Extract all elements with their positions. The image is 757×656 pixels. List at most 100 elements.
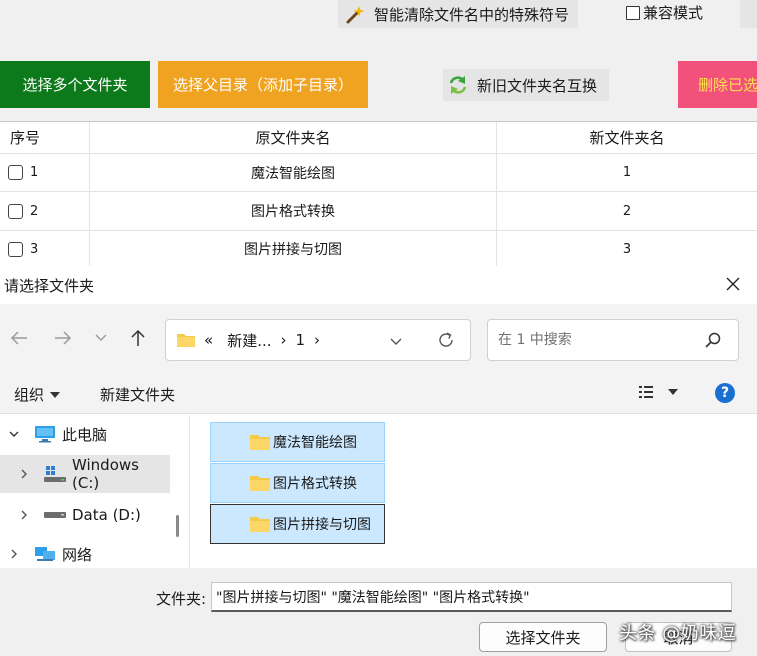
help-icon[interactable]: ? <box>715 383 735 403</box>
search-box[interactable] <box>487 319 739 361</box>
folder-name: 图片格式转换 <box>273 476 357 492</box>
delete-selected-label: 删除已选 <box>698 76 757 94</box>
row-old-name: 魔法智能绘图 <box>90 154 497 191</box>
tree-item-label: 网络 <box>62 545 93 564</box>
tree-scrollbar[interactable] <box>176 515 179 537</box>
folder-item[interactable]: 图片拼接与切图 <box>210 504 385 544</box>
details-view-icon <box>639 386 653 398</box>
header-old-name[interactable]: 原文件夹名 <box>90 122 497 153</box>
row-old-name: 图片拼接与切图 <box>90 231 497 267</box>
folder-list: 魔法智能绘图 图片格式转换 图片拼接与切图 <box>191 415 757 568</box>
tree-item-this-pc[interactable]: 此电脑 <box>0 415 170 453</box>
folder-icon <box>250 476 270 491</box>
chevron-right-icon[interactable] <box>18 509 30 521</box>
checkbox-box[interactable] <box>626 5 640 20</box>
chevron-right-icon[interactable] <box>8 548 20 560</box>
swap-names-button[interactable]: 新旧文件夹名互换 <box>443 69 609 101</box>
new-folder-button[interactable]: 新建文件夹 <box>100 384 175 405</box>
folder-name-label: 文件夹: <box>156 590 207 608</box>
row-new-name[interactable]: 3 <box>497 231 757 267</box>
table-row[interactable]: 2 图片格式转换 2 <box>0 192 757 231</box>
delete-selected-button[interactable]: 删除已选 <box>678 61 757 108</box>
dialog-title-bar: 请选择文件夹 <box>0 266 757 304</box>
row-index: 2 <box>30 203 39 219</box>
row-index: 3 <box>30 241 39 257</box>
organize-menu[interactable]: 组织 <box>14 384 61 405</box>
select-parent-directory-label: 选择父目录（添加子目录） <box>172 76 353 94</box>
folder-name-field[interactable] <box>211 582 732 612</box>
address-overflow[interactable]: « <box>204 331 213 349</box>
view-options-menu[interactable] <box>638 385 678 399</box>
header-new-name[interactable]: 新文件夹名 <box>497 122 757 153</box>
chevron-down-icon <box>668 389 678 395</box>
tree-item-windows-c[interactable]: Windows (C:) <box>0 455 170 493</box>
navigation-pane: 此电脑 Windows (C:) Data (D:) 网络 <box>0 415 190 568</box>
network-icon <box>35 547 55 561</box>
clean-special-chars-label: 智能清除文件名中的特殊符号 <box>374 5 570 24</box>
drive-icon <box>44 512 66 518</box>
select-multiple-folders-button[interactable]: 选择多个文件夹 <box>0 61 150 108</box>
search-input[interactable] <box>498 330 698 350</box>
breadcrumb-separator[interactable]: › <box>281 331 287 349</box>
row-checkbox[interactable] <box>8 203 23 219</box>
row-old-name: 图片格式转换 <box>90 192 497 230</box>
computer-icon <box>35 426 55 443</box>
command-bar: 组织 新建文件夹 ? <box>0 374 757 414</box>
back-arrow-icon[interactable] <box>9 328 29 348</box>
table-row[interactable]: 1 魔法智能绘图 1 <box>0 154 757 192</box>
swap-names-label: 新旧文件夹名互换 <box>477 76 598 95</box>
select-parent-directory-button[interactable]: 选择父目录（添加子目录） <box>158 61 368 108</box>
swap-arrows-icon <box>449 76 467 94</box>
magic-wand-icon <box>346 6 365 24</box>
partial-toolbar-button[interactable] <box>740 0 757 28</box>
row-index-cell: 1 <box>0 154 90 191</box>
watermark: 头条 @奶味逗 <box>619 623 737 644</box>
folder-table: 序号 原文件夹名 新文件夹名 1 魔法智能绘图 1 2 图片格式转换 2 3 图… <box>0 121 757 267</box>
table-row[interactable]: 3 图片拼接与切图 3 <box>0 231 757 267</box>
row-checkbox[interactable] <box>8 241 23 257</box>
navigation-bar: « 新建... › 1 › <box>0 304 757 374</box>
windows-drive-icon <box>44 466 66 482</box>
select-folder-label: 选择文件夹 <box>505 628 581 647</box>
recent-locations-chevron-icon[interactable] <box>91 328 111 348</box>
header-index[interactable]: 序号 <box>0 122 90 153</box>
tree-item-label: Windows (C:) <box>72 456 139 492</box>
breadcrumb-new-folder[interactable]: 新建... <box>227 330 271 351</box>
new-folder-label: 新建文件夹 <box>100 386 176 404</box>
organize-label: 组织 <box>14 386 45 404</box>
tree-item-label: Data (D:) <box>72 506 141 524</box>
close-icon[interactable] <box>723 274 743 294</box>
up-arrow-icon[interactable] <box>128 328 148 348</box>
refresh-icon[interactable] <box>437 331 455 349</box>
main-window: 智能清除文件名中的特殊符号 兼容模式 选择多个文件夹 选择父目录（添加子目录） … <box>0 0 757 267</box>
folder-name: 图片拼接与切图 <box>273 517 371 533</box>
address-bar[interactable]: « 新建... › 1 › <box>165 319 471 361</box>
dialog-title: 请选择文件夹 <box>4 276 95 295</box>
breadcrumb-current[interactable]: 1 <box>296 331 306 349</box>
tree-item-data-d[interactable]: Data (D:) <box>0 496 170 534</box>
chevron-down-icon <box>50 391 61 398</box>
address-dropdown-chevron-icon[interactable] <box>389 332 403 350</box>
row-new-name[interactable]: 2 <box>497 192 757 230</box>
tree-item-label: 此电脑 <box>62 425 108 444</box>
clean-special-chars-button[interactable]: 智能清除文件名中的特殊符号 <box>338 0 578 28</box>
table-header: 序号 原文件夹名 新文件夹名 <box>0 122 757 154</box>
row-index-cell: 2 <box>0 192 90 230</box>
compat-mode-checkbox[interactable]: 兼容模式 <box>626 2 703 23</box>
folder-item[interactable]: 图片格式转换 <box>210 463 385 503</box>
row-index: 1 <box>30 165 39 180</box>
folder-icon <box>250 517 270 532</box>
select-folder-dialog: 请选择文件夹 « 新建... › 1 › 在 1 中搜索 组织 新建文件夹 ? … <box>0 266 757 656</box>
folder-item[interactable]: 魔法智能绘图 <box>210 422 385 462</box>
forward-arrow-icon[interactable] <box>53 328 73 348</box>
search-icon[interactable] <box>704 331 722 349</box>
folder-name: 魔法智能绘图 <box>273 435 357 451</box>
select-folder-button[interactable]: 选择文件夹 <box>479 622 607 652</box>
chevron-down-icon[interactable] <box>8 428 20 440</box>
chevron-right-icon[interactable] <box>18 468 30 480</box>
compat-mode-label: 兼容模式 <box>643 4 704 22</box>
breadcrumb-separator[interactable]: › <box>314 331 320 349</box>
folder-icon <box>177 334 195 347</box>
row-new-name[interactable]: 1 <box>497 154 757 191</box>
row-checkbox[interactable] <box>8 165 23 180</box>
